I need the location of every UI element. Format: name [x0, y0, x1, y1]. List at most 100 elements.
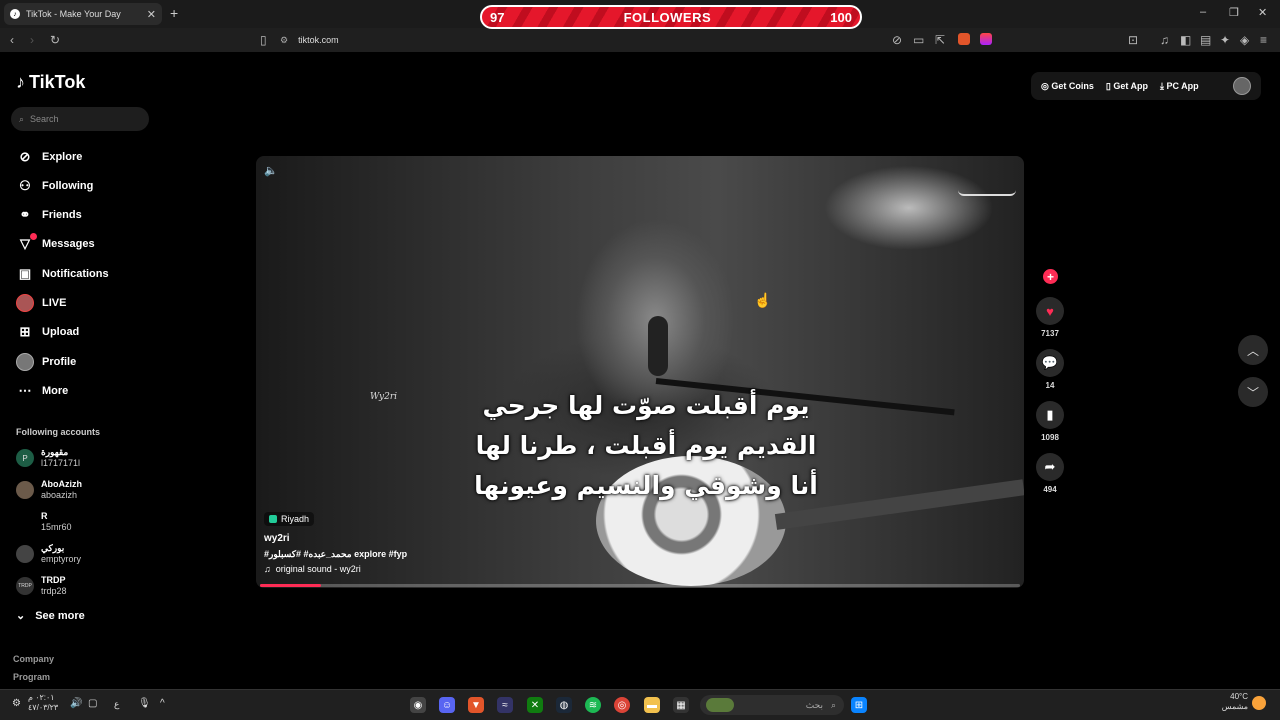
following-account[interactable]: بوركي emptyrory: [16, 542, 81, 566]
store-icon[interactable]: ▦: [673, 697, 689, 713]
media-icon[interactable]: ♫: [1160, 33, 1169, 47]
network-icon[interactable]: ▢: [88, 698, 97, 709]
sidebar-item-following[interactable]: ⚇ Following: [16, 176, 93, 196]
sidebar-item-upload[interactable]: ⊞ Upload: [16, 322, 80, 342]
site-info-icon[interactable]: ⚙: [280, 35, 288, 46]
video-signature: Wy2ri: [370, 392, 398, 402]
share-action[interactable]: ➦ 494: [1036, 453, 1064, 494]
sidebar-item-more[interactable]: ⋯ More: [16, 381, 69, 401]
share-page-icon[interactable]: ⇱: [935, 33, 945, 47]
like-action[interactable]: ♥ 7137: [1036, 297, 1064, 338]
sidebar-item-live[interactable]: LIVE: [16, 293, 66, 313]
save-action[interactable]: ▮ 1098: [1036, 401, 1064, 442]
tiktok-logo[interactable]: ♪ TikTok: [16, 72, 85, 93]
video-author[interactable]: wy2ri: [264, 533, 290, 544]
following-account[interactable]: R 15mr60: [16, 510, 72, 534]
brave-shield-icon[interactable]: [958, 33, 970, 45]
new-tab-button[interactable]: +: [170, 5, 178, 21]
sidebar-toggle-icon[interactable]: ◧: [1180, 33, 1191, 47]
user-avatar[interactable]: [1233, 77, 1251, 95]
bookmark-icon: ▮: [1036, 401, 1064, 429]
avatar: [16, 481, 34, 499]
xbox-icon[interactable]: ✕: [527, 697, 543, 713]
search-box[interactable]: ⌕: [11, 107, 149, 131]
see-more-button[interactable]: ⌄ See more: [16, 609, 85, 623]
video-progress-bar[interactable]: [260, 584, 1020, 587]
profile-avatar: [16, 353, 34, 371]
get-coins-label: Get Coins: [1051, 80, 1094, 91]
windows-start-icon[interactable]: ⊞: [851, 697, 867, 713]
obs-icon[interactable]: ◉: [410, 697, 426, 713]
language-indicator[interactable]: ع: [114, 699, 119, 710]
chrome-icon[interactable]: ◎: [614, 697, 630, 713]
comment-action[interactable]: 💬 14: [1036, 349, 1064, 390]
sidebar-item-label: Notifications: [42, 268, 109, 280]
speaker-icon[interactable]: 🔊: [70, 698, 82, 709]
app-icon[interactable]: ≈: [497, 697, 513, 713]
following-account[interactable]: AboAzizh aboazizh: [16, 478, 82, 502]
following-account[interactable]: TRDP TRDP trdp28: [16, 574, 67, 598]
chevron-up-icon[interactable]: ^: [160, 698, 165, 709]
steam-icon[interactable]: ◍: [556, 697, 572, 713]
volume-icon[interactable]: 🔈: [264, 164, 278, 177]
sidebar-item-label: LIVE: [42, 297, 67, 309]
spotify-icon[interactable]: ≋: [585, 697, 601, 713]
previous-video-button[interactable]: ︿: [1238, 335, 1268, 365]
avatar: [16, 513, 34, 531]
tiktok-note-icon: ♪: [16, 72, 25, 92]
close-window-button[interactable]: ✕: [1258, 6, 1267, 19]
location-tag[interactable]: Riyadh: [264, 512, 315, 526]
get-coins-button[interactable]: ◎ Get Coins: [1041, 81, 1094, 92]
sidebar-item-friends[interactable]: ⚭ Friends: [16, 205, 82, 225]
sidebar-item-label: Following: [42, 180, 94, 192]
sidebar-item-notifications[interactable]: ▣ Notifications: [16, 264, 109, 284]
weather-widget[interactable]: 40°C مشمس: [1218, 692, 1248, 712]
pc-app-button[interactable]: ⤓ PC App: [1160, 81, 1199, 92]
cast-icon[interactable]: ▭: [913, 33, 924, 47]
next-video-button[interactable]: ﹀: [1238, 377, 1268, 407]
lyric-line: القديم يوم أقبلت ، طرنا لها: [475, 431, 817, 460]
video-player[interactable]: 🔈 Wy2ri يوم أقبلت صوّت لها جرحي القديم ي…: [256, 156, 1024, 588]
tab-close-icon[interactable]: ✕: [147, 8, 156, 21]
taskbar-clock[interactable]: ٠٢:٠١ م ٤٧/٠٣/٢٣: [28, 693, 58, 713]
sidebar-item-profile[interactable]: Profile: [16, 352, 76, 372]
coin-icon: ◎: [1041, 80, 1052, 91]
unread-badge: [30, 233, 37, 240]
sidebar-item-explore[interactable]: ⊘ Explore: [16, 147, 83, 167]
follow-plus-button[interactable]: +: [1043, 269, 1058, 284]
footer-link-company[interactable]: Company: [13, 654, 54, 664]
forward-icon[interactable]: ›: [30, 33, 34, 47]
reload-icon[interactable]: ↻: [50, 33, 60, 47]
discord-icon[interactable]: ☺: [439, 697, 455, 713]
screenshot-icon[interactable]: ⊡: [1128, 33, 1138, 47]
minimize-button[interactable]: –: [1200, 6, 1206, 18]
tiktok-favicon-icon: ♪: [10, 9, 20, 19]
search-input[interactable]: [30, 114, 131, 124]
following-account[interactable]: P مقهورة l1717171l: [16, 446, 80, 470]
browser-menu-icon[interactable]: ≡: [1260, 33, 1267, 47]
wallet-icon[interactable]: ▤: [1200, 33, 1211, 47]
microphone-icon[interactable]: 🎙: [138, 698, 151, 709]
brave-icon[interactable]: ▼: [468, 697, 484, 713]
footer-link-program[interactable]: Program: [13, 672, 50, 682]
vpn-icon[interactable]: ◈: [1240, 33, 1249, 47]
browser-tab[interactable]: ♪ TikTok - Make Your Day ✕: [4, 3, 162, 25]
microphone-graphic: [648, 316, 668, 376]
maximize-button[interactable]: ❐: [1229, 6, 1239, 19]
share-count: 494: [1043, 485, 1057, 494]
brave-rewards-icon[interactable]: [980, 33, 992, 45]
video-hashtags[interactable]: #محمد_عبده# #كسبلور explore #fyp: [264, 549, 407, 560]
settings-icon[interactable]: ⚙: [12, 698, 21, 709]
taskbar-search[interactable]: بحث ⌕: [700, 695, 844, 715]
file-explorer-icon[interactable]: ▬: [644, 697, 660, 713]
video-sound[interactable]: ♫ original sound - wy2ri: [264, 564, 361, 574]
mute-site-icon[interactable]: ⊘: [892, 33, 902, 47]
get-app-button[interactable]: ▯ Get App: [1106, 81, 1148, 92]
back-icon[interactable]: ‹: [10, 33, 14, 47]
sidebar-item-messages[interactable]: ▽ Messages: [16, 233, 95, 254]
bookmark-icon[interactable]: ▯: [260, 33, 267, 47]
lyric-line: أنا وشوقي والنسيم وعيونها: [474, 471, 818, 500]
leo-ai-icon[interactable]: ✦: [1220, 33, 1230, 47]
account-handle: emptyrory: [41, 554, 82, 564]
following-accounts-title: Following accounts: [16, 427, 101, 437]
